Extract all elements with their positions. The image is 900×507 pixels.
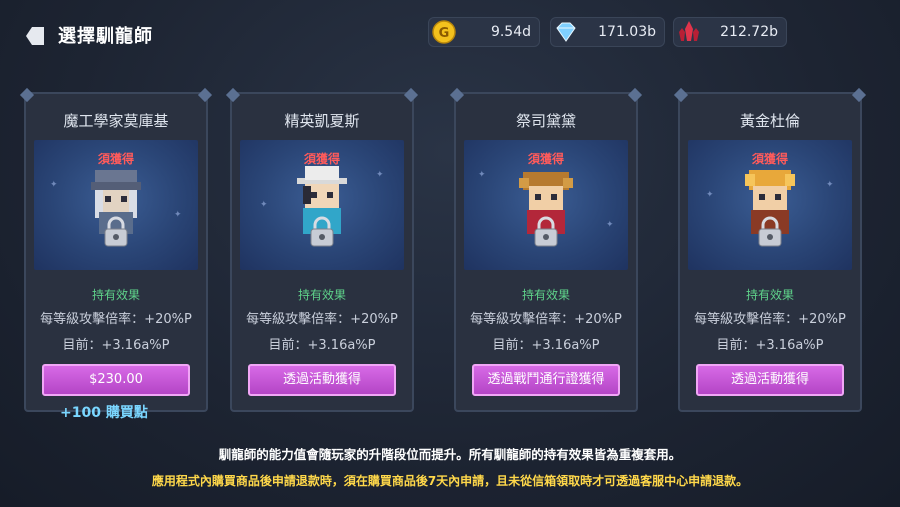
effect-per-level: 每等級攻擊倍率：+20%P (694, 312, 846, 327)
character-portrait: ✦ ✦ 須獲得 (688, 140, 852, 270)
sparkle-icon: ✦ (260, 200, 268, 210)
dragon-tamer-card-2[interactable]: 精英凱夏斯 ✦ ✦ 須獲得 持有效果 每等級攻擊倍率：+20%P 目前：+3.1… (225, 87, 419, 412)
diamond-value: 171.03b (598, 24, 656, 40)
currency-gold[interactable]: G 9.54d (428, 17, 540, 47)
header: 選擇馴龍師 G 9.54d 171.03b 212.72b (0, 0, 900, 62)
effect-current: 目前：+3.16a%P (268, 338, 376, 353)
lock-icon (310, 216, 334, 247)
obtain-via-event-button[interactable]: 透過活動獲得 (248, 364, 396, 396)
currency-crystal[interactable]: 212.72b (673, 17, 787, 47)
effect-per-level: 每等級攻擊倍率：+20%P (40, 312, 192, 327)
character-portrait: ✦ ✦ 須獲得 (464, 140, 628, 270)
sparkle-icon: ✦ (826, 180, 834, 190)
gold-value: 9.54d (490, 24, 531, 40)
card-title: 精英凱夏斯 (284, 112, 360, 130)
crystal-value: 212.72b (720, 24, 778, 40)
page-title: 選擇馴龍師 (58, 26, 153, 47)
card-title: 魔工學家莫庫基 (63, 112, 169, 130)
lock-icon (534, 216, 558, 247)
effect-title: 持有效果 (521, 288, 570, 302)
lock-icon (104, 216, 128, 247)
sparkle-icon: ✦ (174, 210, 182, 220)
character-portrait: ✦ ✦ 須獲得 (34, 140, 198, 270)
card-title: 祭司黛黛 (515, 112, 576, 130)
lock-icon (758, 216, 782, 247)
red-crystal-icon (679, 21, 699, 41)
dragon-tamer-card-4[interactable]: 黃金杜倫 ✦ ✦ 須獲得 持有效果 每等級攻擊倍率：+20%P 目前：+3.16… (673, 87, 867, 412)
effect-per-level: 每等級攻擊倍率：+20%P (246, 312, 398, 327)
effect-per-level: 每等級攻擊倍率：+20%P (470, 312, 622, 327)
purchase-button[interactable]: $230.00 (42, 364, 190, 396)
effect-current: 目前：+3.16a%P (492, 338, 600, 353)
tamer-info-note: 馴龍師的能力值會隨玩家的升階段位而提升。所有馴龍師的持有效果皆為重複套用。 (218, 447, 682, 462)
obtain-via-event-button[interactable]: 透過活動獲得 (696, 364, 844, 396)
sparkle-icon: ✦ (478, 170, 486, 180)
diamond-icon (556, 22, 576, 42)
character-portrait: ✦ ✦ 須獲得 (240, 140, 404, 270)
sparkle-icon: ✦ (606, 220, 614, 230)
effect-title: 持有效果 (297, 288, 346, 302)
dragon-tamer-card-3[interactable]: 祭司黛黛 ✦ ✦ 須獲得 持有效果 每等級攻擊倍率：+20%P 目前：+3.16… (449, 87, 643, 412)
sparkle-icon: ✦ (376, 170, 384, 180)
sparkle-icon: ✦ (706, 190, 714, 200)
purchase-points-bonus: +100 購買點 (60, 405, 148, 421)
gold-coin-icon: G (432, 20, 456, 44)
effect-current: 目前：+3.16a%P (62, 338, 170, 353)
effect-title: 持有效果 (91, 288, 140, 302)
effect-current: 目前：+3.16a%P (716, 338, 824, 353)
obtain-via-battle-pass-button[interactable]: 透過戰鬥通行證獲得 (472, 364, 620, 396)
sparkle-icon: ✦ (50, 180, 58, 190)
back-arrow-icon[interactable] (24, 24, 48, 48)
effect-title: 持有效果 (745, 288, 794, 302)
svg-text:G: G (439, 26, 450, 41)
currency-diamond[interactable]: 171.03b (550, 17, 665, 47)
refund-policy-note: 應用程式內購買商品後申請退款時，須在購買商品後7天內申請，且未從信箱領取時才可透… (151, 474, 749, 488)
dragon-tamer-card-1[interactable]: 魔工學家莫庫基 ✦ ✦ 須獲得 持有效果 每等級攻擊倍率：+20%P 目前：+3… (19, 87, 213, 412)
card-title: 黃金杜倫 (739, 112, 800, 130)
